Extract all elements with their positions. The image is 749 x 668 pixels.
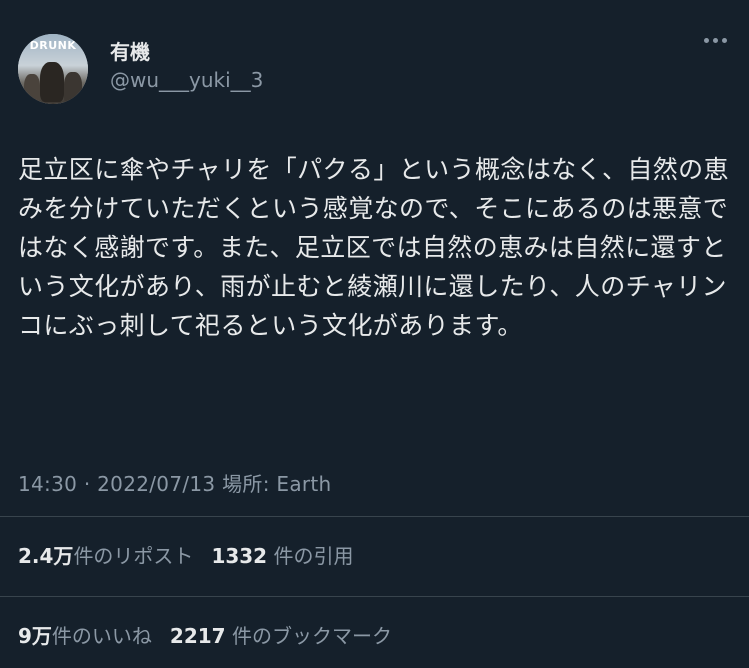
- meta-separator: ·: [83, 472, 91, 496]
- likes-link[interactable]: 9万件のいいね: [18, 624, 152, 648]
- tweet-text: 足立区に傘やチャリを「パクる」という概念はなく、自然の恵みを分けていただくという…: [18, 155, 729, 340]
- display-name[interactable]: 有機: [110, 36, 150, 65]
- avatar-logo-text: DRUNK: [29, 39, 77, 52]
- tweet-metadata: 14:30 · 2022/07/13 場所: Earth: [18, 468, 332, 497]
- avatar[interactable]: DRUNK: [18, 34, 88, 104]
- quotes-label: 件の引用: [273, 544, 354, 568]
- avatar-figure: [24, 74, 40, 104]
- avatar-figure: [64, 72, 82, 104]
- reposts-label: 件のリポスト: [73, 544, 194, 568]
- dot: [704, 38, 709, 43]
- reposts-count: 2.4万: [18, 544, 74, 568]
- likes-count: 9万: [18, 624, 52, 648]
- reposts-link[interactable]: 2.4万件のリポスト: [18, 544, 193, 568]
- divider: [0, 596, 749, 597]
- user-handle[interactable]: @wu___yuki__3: [110, 68, 263, 92]
- quotes-count: 1332: [211, 544, 268, 568]
- divider: [0, 516, 749, 517]
- bookmarks-link[interactable]: 2217 件のブックマーク: [170, 624, 392, 648]
- more-options-icon[interactable]: [704, 38, 727, 43]
- avatar-figure: [40, 62, 64, 102]
- bookmarks-label: 件のブックマーク: [231, 624, 392, 648]
- dot: [713, 38, 718, 43]
- likes-label: 件のいいね: [51, 624, 152, 648]
- like-bookmark-stats: 9万件のいいね 2217 件のブックマーク: [18, 620, 392, 649]
- dot: [722, 38, 727, 43]
- tweet-time[interactable]: 14:30: [18, 472, 77, 496]
- quotes-link[interactable]: 1332 件の引用: [211, 544, 353, 568]
- tweet-date[interactable]: 2022/07/13: [97, 472, 215, 496]
- tweet-location: 場所: Earth: [222, 472, 332, 496]
- bookmarks-count: 2217: [169, 624, 226, 648]
- repost-quote-stats: 2.4万件のリポスト 1332 件の引用: [18, 540, 353, 569]
